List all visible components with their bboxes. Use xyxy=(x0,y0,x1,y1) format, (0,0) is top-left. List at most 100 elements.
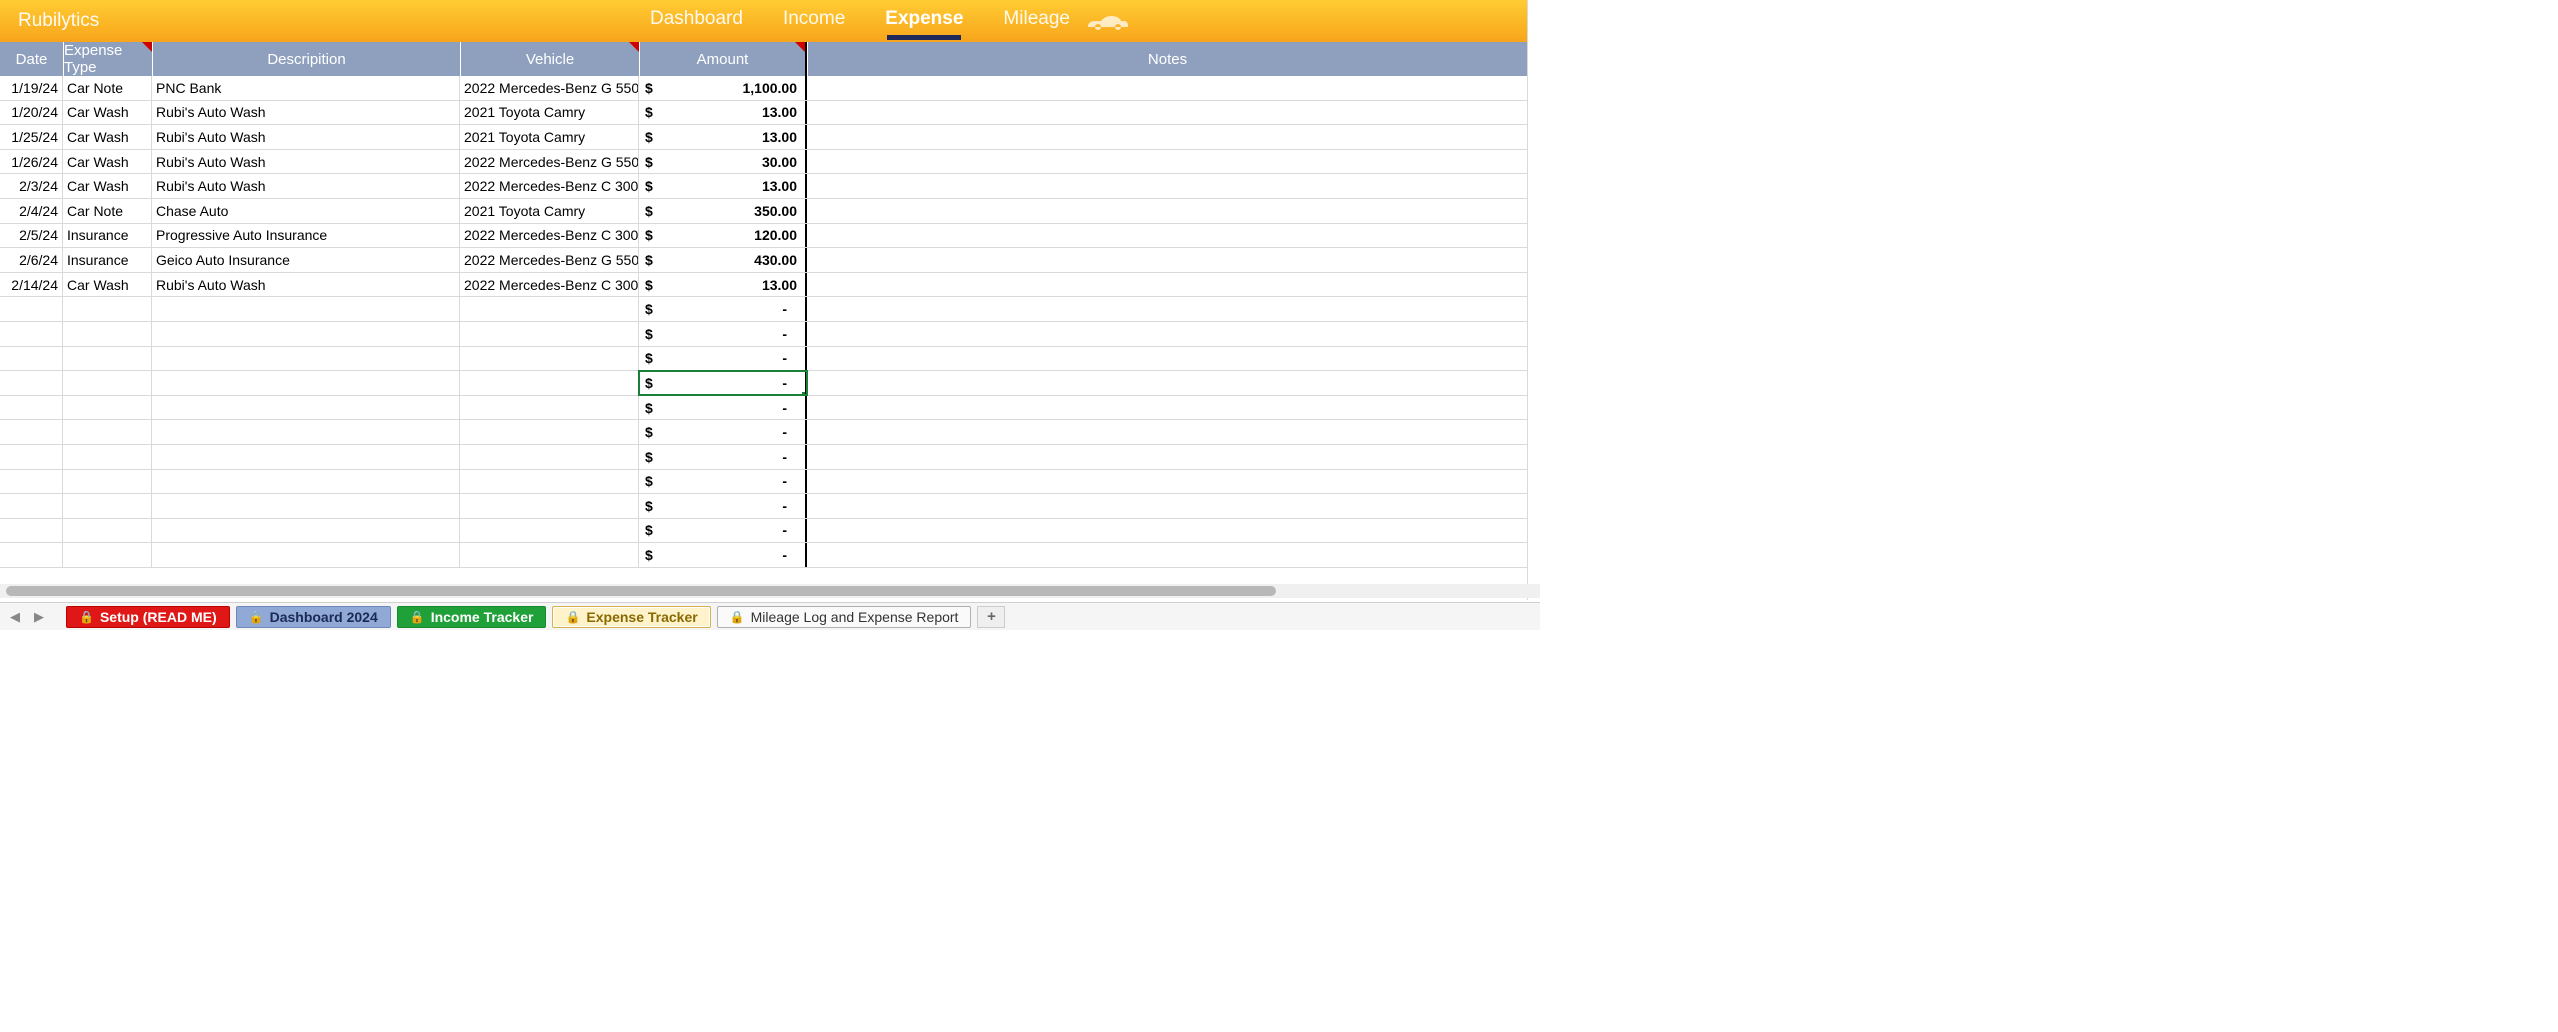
cell-amount[interactable]: $13.00 xyxy=(639,273,807,297)
cell-amount[interactable]: $- xyxy=(639,519,807,543)
cell-type[interactable] xyxy=(63,494,152,518)
cell-type[interactable] xyxy=(63,470,152,494)
cell-type[interactable]: Car Note xyxy=(63,199,152,223)
cell-desc[interactable]: Rubi's Auto Wash xyxy=(152,273,460,297)
cell-notes[interactable] xyxy=(807,248,1527,272)
cell-type[interactable] xyxy=(63,543,152,567)
scrollbar-thumb[interactable] xyxy=(6,586,1276,596)
cell-notes[interactable] xyxy=(807,150,1527,174)
cell-notes[interactable] xyxy=(807,101,1527,125)
table-row-empty[interactable]: $- xyxy=(0,494,1527,519)
cell-vehicle[interactable] xyxy=(460,519,639,543)
nav-mileage[interactable]: Mileage xyxy=(1003,8,1070,34)
cell-vehicle[interactable] xyxy=(460,297,639,321)
cell-vehicle[interactable]: 2022 Mercedes-Benz C 300 xyxy=(460,174,639,198)
cell-date[interactable] xyxy=(0,445,63,469)
cell-vehicle[interactable] xyxy=(460,347,639,371)
col-date[interactable]: Date xyxy=(0,42,63,76)
cell-type[interactable] xyxy=(63,347,152,371)
cell-vehicle[interactable] xyxy=(460,494,639,518)
cell-notes[interactable] xyxy=(807,396,1527,420)
cell-date[interactable] xyxy=(0,543,63,567)
cell-amount[interactable]: $- xyxy=(639,322,807,346)
col-notes[interactable]: Notes xyxy=(807,42,1527,76)
cell-desc[interactable] xyxy=(152,347,460,371)
cell-amount[interactable]: $120.00 xyxy=(639,224,807,248)
cell-date[interactable] xyxy=(0,396,63,420)
sheet-tab-mileage[interactable]: 🔒 Mileage Log and Expense Report xyxy=(717,606,972,628)
cell-notes[interactable] xyxy=(807,322,1527,346)
cell-vehicle[interactable] xyxy=(460,445,639,469)
table-row-empty[interactable]: $- xyxy=(0,470,1527,495)
cell-amount[interactable]: $430.00 xyxy=(639,248,807,272)
cell-desc[interactable]: Chase Auto xyxy=(152,199,460,223)
nav-dashboard[interactable]: Dashboard xyxy=(650,8,743,34)
cell-notes[interactable] xyxy=(807,273,1527,297)
cell-notes[interactable] xyxy=(807,297,1527,321)
cell-desc[interactable] xyxy=(152,396,460,420)
cell-vehicle[interactable] xyxy=(460,371,639,395)
table-row[interactable]: 1/20/24Car WashRubi's Auto Wash2021 Toyo… xyxy=(0,101,1527,126)
cell-date[interactable]: 2/5/24 xyxy=(0,224,63,248)
cell-date[interactable] xyxy=(0,519,63,543)
cell-date[interactable] xyxy=(0,420,63,444)
cell-notes[interactable] xyxy=(807,199,1527,223)
cell-desc[interactable] xyxy=(152,371,460,395)
cell-notes[interactable] xyxy=(807,543,1527,567)
cell-vehicle[interactable] xyxy=(460,470,639,494)
cell-date[interactable] xyxy=(0,322,63,346)
cell-date[interactable]: 1/20/24 xyxy=(0,101,63,125)
cell-desc[interactable] xyxy=(152,494,460,518)
cell-type[interactable] xyxy=(63,297,152,321)
cell-desc[interactable]: PNC Bank xyxy=(152,76,460,100)
cell-desc[interactable] xyxy=(152,420,460,444)
cell-type[interactable] xyxy=(63,396,152,420)
cell-vehicle[interactable] xyxy=(460,322,639,346)
cell-desc[interactable]: Rubi's Auto Wash xyxy=(152,101,460,125)
cell-vehicle[interactable]: 2021 Toyota Camry xyxy=(460,199,639,223)
cell-amount[interactable]: $13.00 xyxy=(639,125,807,149)
cell-type[interactable] xyxy=(63,445,152,469)
cell-type[interactable] xyxy=(63,519,152,543)
cell-notes[interactable] xyxy=(807,519,1527,543)
cell-desc[interactable]: Geico Auto Insurance xyxy=(152,248,460,272)
cell-date[interactable] xyxy=(0,494,63,518)
table-row-empty[interactable]: $- xyxy=(0,543,1527,568)
cell-amount[interactable]: $13.00 xyxy=(639,174,807,198)
cell-type[interactable]: Car Wash xyxy=(63,101,152,125)
cell-vehicle[interactable] xyxy=(460,543,639,567)
cell-amount[interactable]: $30.00 xyxy=(639,150,807,174)
cell-notes[interactable] xyxy=(807,470,1527,494)
col-type[interactable]: Expense Type xyxy=(63,42,152,76)
cell-date[interactable] xyxy=(0,347,63,371)
table-row[interactable]: 2/6/24InsuranceGeico Auto Insurance2022 … xyxy=(0,248,1527,273)
cell-notes[interactable] xyxy=(807,76,1527,100)
cell-amount[interactable]: $- xyxy=(639,494,807,518)
add-sheet-button[interactable]: + xyxy=(977,606,1005,628)
cell-date[interactable]: 1/25/24 xyxy=(0,125,63,149)
cell-desc[interactable] xyxy=(152,543,460,567)
table-row-empty[interactable]: $- xyxy=(0,420,1527,445)
cell-date[interactable]: 2/14/24 xyxy=(0,273,63,297)
table-row-empty[interactable]: $- xyxy=(0,347,1527,372)
table-row[interactable]: 1/25/24Car WashRubi's Auto Wash2021 Toyo… xyxy=(0,125,1527,150)
col-vehicle[interactable]: Vehicle xyxy=(460,42,639,76)
table-row-empty[interactable]: $- xyxy=(0,445,1527,470)
cell-notes[interactable] xyxy=(807,347,1527,371)
cell-type[interactable]: Car Wash xyxy=(63,174,152,198)
cell-date[interactable]: 2/4/24 xyxy=(0,199,63,223)
cell-date[interactable] xyxy=(0,470,63,494)
cell-type[interactable]: Insurance xyxy=(63,248,152,272)
table-row-empty[interactable]: $- xyxy=(0,396,1527,421)
cell-date[interactable]: 1/26/24 xyxy=(0,150,63,174)
cell-type[interactable]: Car Wash xyxy=(63,150,152,174)
cell-date[interactable]: 2/3/24 xyxy=(0,174,63,198)
cell-desc[interactable]: Rubi's Auto Wash xyxy=(152,125,460,149)
cell-type[interactable] xyxy=(63,371,152,395)
cell-amount[interactable]: $- xyxy=(639,396,807,420)
cell-amount[interactable]: $350.00 xyxy=(639,199,807,223)
cell-desc[interactable] xyxy=(152,519,460,543)
table-row[interactable]: 2/3/24Car WashRubi's Auto Wash2022 Merce… xyxy=(0,174,1527,199)
table-row[interactable]: 1/19/24Car NotePNC Bank2022 Mercedes-Ben… xyxy=(0,76,1527,101)
cell-notes[interactable] xyxy=(807,174,1527,198)
